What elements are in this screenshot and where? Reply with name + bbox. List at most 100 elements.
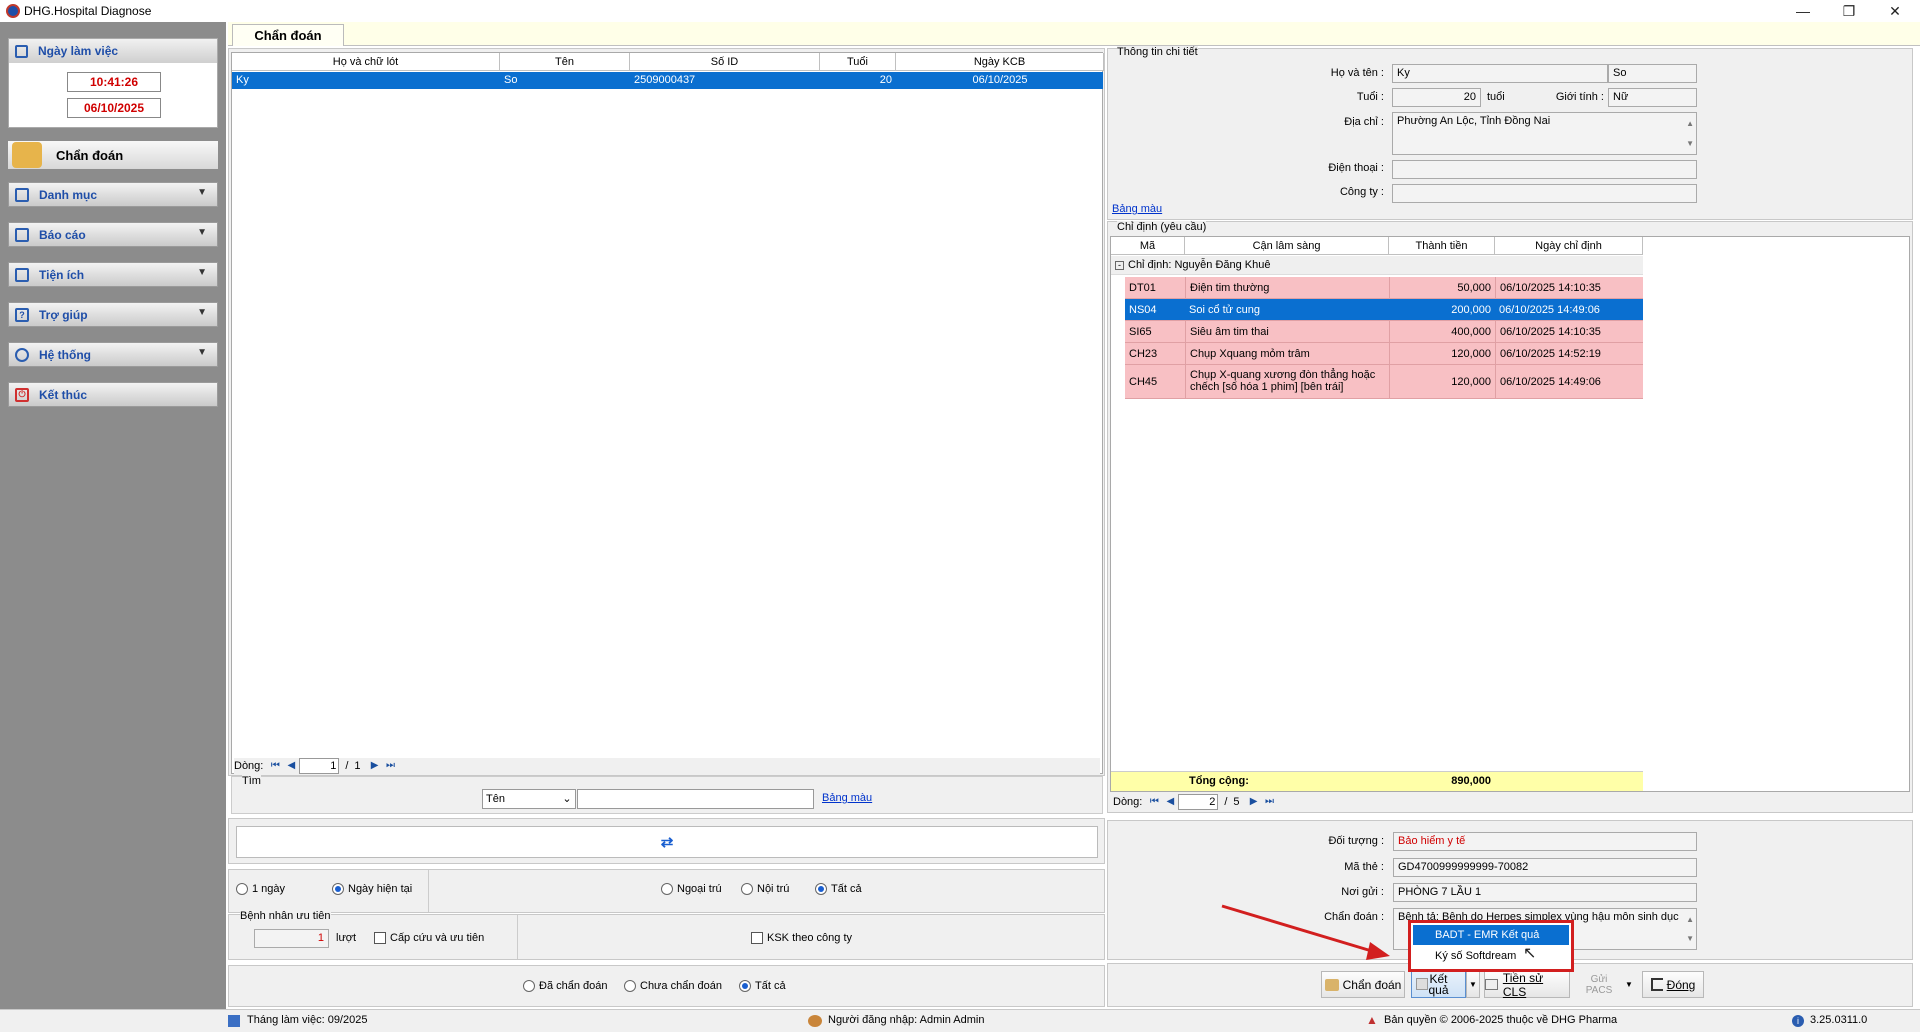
title-bar: DHG.Hospital Diagnose — ❐ ✕ (0, 0, 1920, 22)
radio-da-chan-doan[interactable]: Đã chẩn đoán (523, 980, 608, 993)
result-dropdown-arrow[interactable]: ▼ (1466, 971, 1480, 998)
detail-group-label: Thông tin chi tiết (1117, 46, 1198, 58)
chevron-down-icon: ▼ (197, 307, 207, 318)
pacs-dropdown-arrow[interactable]: ▼ (1622, 971, 1636, 998)
cls-history-button[interactable]: Tiền sử CLS (1484, 971, 1570, 999)
search-input[interactable] (577, 789, 814, 809)
result-label-2: quả (1428, 982, 1449, 997)
minimize-button[interactable]: — (1780, 0, 1826, 22)
search-field-select[interactable]: Tên ⌄ (482, 789, 576, 809)
col-ngay-kcb[interactable]: Ngày KCB (896, 53, 1104, 71)
group-row[interactable]: - Chỉ định: Nguyễn Đăng Khuê (1111, 256, 1643, 275)
total-value: 890,000 (1451, 775, 1491, 787)
sidebar-item-tien-ich[interactable]: Tiện ích ▼ (8, 262, 218, 287)
cell-amount: 50,000 (1389, 277, 1495, 298)
sidebar-item-tro-giup[interactable]: ? Trợ giúp ▼ (8, 302, 218, 327)
refresh-icon[interactable]: ⇄ (236, 826, 1098, 858)
menu-item-ky-so[interactable]: Ký số Softdream (1413, 946, 1569, 966)
table-row[interactable]: NS04 Soi cổ tử cung 200,000 06/10/2025 1… (1125, 299, 1643, 321)
scroll-down-icon[interactable]: ▼ (1686, 930, 1694, 947)
help-icon: ? (15, 307, 29, 322)
result-button[interactable]: Kết quả (1411, 971, 1466, 998)
prev-page-icon[interactable]: ◀ (283, 759, 299, 773)
info-icon: i (1792, 1015, 1804, 1027)
last-page-icon[interactable]: ⏭ (1262, 795, 1278, 809)
radio-label: Tất cả (831, 883, 862, 895)
col-ma[interactable]: Mã (1111, 237, 1185, 255)
radio-ngoai-tru[interactable]: Ngoại trú (661, 883, 722, 896)
sidebar-item-chan-doan[interactable]: Chẩn đoán (8, 141, 218, 169)
cell-date: 06/10/2025 14:49:06 (1495, 365, 1643, 398)
radio-tat-ca-diag[interactable]: Tất cả (739, 980, 786, 993)
scroll-up-icon[interactable]: ▲ (1686, 115, 1694, 132)
menu-item-badt-emr[interactable]: BADT - EMR Kết quả (1413, 925, 1569, 945)
col-ngay-chi-dinh[interactable]: Ngày chỉ định (1495, 237, 1643, 255)
col-can-lam-sang[interactable]: Cận lâm sàng (1185, 237, 1389, 255)
sender-field[interactable]: PHÒNG 7 LẦU 1 (1393, 883, 1697, 902)
color-legend-link[interactable]: Bảng màu (822, 792, 872, 804)
cell-amount: 400,000 (1389, 321, 1495, 342)
last-page-icon[interactable]: ⏭ (383, 759, 399, 773)
tab-chan-doan[interactable]: Chẩn đoán (232, 24, 344, 46)
close-button[interactable]: Đóng (1642, 971, 1704, 998)
table-row[interactable]: CH45 Chụp X-quang xương đòn thẳng hoặc c… (1125, 365, 1643, 399)
col-ten[interactable]: Tên (500, 53, 630, 71)
diagnose-button[interactable]: Chẩn đoán (1321, 971, 1405, 998)
scroll-up-icon[interactable]: ▲ (1686, 911, 1694, 928)
radio-noi-tru[interactable]: Nội trú (741, 883, 789, 896)
result-dropdown-menu: BADT - EMR Kết quả Ký số Softdream ↖ (1408, 920, 1574, 972)
table-row[interactable]: Ky So 2509000437 20 06/10/2025 (232, 72, 1103, 89)
col-so-id[interactable]: Số ID (630, 53, 820, 71)
gender-field[interactable]: Nữ (1608, 88, 1697, 107)
sidebar-item-he-thong[interactable]: Hệ thống ▼ (8, 342, 218, 367)
close-window-button[interactable]: ✕ (1872, 0, 1918, 22)
sidebar-item-danh-muc[interactable]: Danh mục ▼ (8, 182, 218, 207)
table-row[interactable]: CH23 Chụp Xquang mỏm trâm 120,000 06/10/… (1125, 343, 1643, 365)
emergency-checkbox[interactable]: Cấp cứu và ưu tiên (374, 932, 484, 945)
next-page-icon[interactable]: ▶ (367, 759, 383, 773)
page-input[interactable]: 1 (299, 758, 340, 774)
calendar-icon (15, 44, 28, 58)
col-tuoi[interactable]: Tuổi (820, 53, 896, 71)
copyright: Bản quyền © 2006-2025 thuộc về DHG Pharm… (1384, 1014, 1618, 1026)
table-row[interactable]: SI65 Siêu âm tim thai 400,000 06/10/2025… (1125, 321, 1643, 343)
radio-1-ngay[interactable]: 1 ngày (236, 883, 285, 896)
first-name-field[interactable]: So (1608, 64, 1697, 83)
sidebar-item-bao-cao[interactable]: Báo cáo ▼ (8, 222, 218, 247)
workday-header[interactable]: Ngày làm việc (9, 39, 217, 63)
col-thanh-tien[interactable]: Thành tiền (1389, 237, 1495, 255)
card-field[interactable]: GD4700999999999-70082 (1393, 858, 1697, 877)
ksk-checkbox[interactable]: KSK theo công ty (751, 932, 852, 945)
send-pacs-button[interactable]: Gửi PACS (1576, 971, 1622, 998)
prev-page-icon[interactable]: ◀ (1162, 795, 1178, 809)
col-ho-chu-lot[interactable]: Họ và chữ lót (232, 53, 500, 71)
object-field[interactable]: Bảo hiểm y tế (1393, 832, 1697, 851)
scroll-down-icon[interactable]: ▼ (1686, 135, 1694, 152)
collapse-icon[interactable]: - (1115, 261, 1124, 270)
users-icon (808, 1015, 822, 1027)
phone-field[interactable] (1392, 160, 1697, 179)
page-input[interactable]: 2 (1178, 794, 1219, 810)
address-field[interactable]: Phường An Lộc, Tỉnh Đồng Nai ▲ ▼ (1392, 112, 1697, 155)
sidebar-item-ket-thuc[interactable]: ⏻ Kết thúc (8, 382, 218, 407)
first-page-icon[interactable]: ⏮ (1146, 795, 1162, 809)
radio-tat-ca-visit[interactable]: Tất cả (815, 883, 862, 896)
restore-button[interactable]: ❐ (1826, 0, 1872, 22)
list-icon (15, 187, 29, 202)
detail-color-link[interactable]: Bảng màu (1112, 203, 1162, 215)
last-name-field[interactable]: Ky (1392, 64, 1608, 83)
nav-label: Dòng: (234, 760, 264, 772)
radio-icon (661, 883, 673, 896)
age-field[interactable]: 20 (1392, 88, 1481, 107)
report-icon (15, 227, 29, 242)
table-row[interactable]: DT01 Điện tim thường 50,000 06/10/2025 1… (1125, 277, 1643, 299)
first-page-icon[interactable]: ⏮ (267, 759, 283, 773)
doctors-icon (12, 142, 42, 168)
cell-date: 06/10/2025 14:49:06 (1499, 304, 1600, 316)
next-page-icon[interactable]: ▶ (1246, 795, 1262, 809)
radio-ngay-hien-tai[interactable]: Ngày hiện tại (332, 883, 412, 896)
radio-chua-chan-doan[interactable]: Chưa chẩn đoán (624, 980, 722, 993)
logged-user: Người đăng nhập: Admin Admin (828, 1014, 985, 1026)
orders-group-label: Chỉ định (yêu cầu) (1117, 221, 1207, 233)
company-field[interactable] (1392, 184, 1697, 203)
